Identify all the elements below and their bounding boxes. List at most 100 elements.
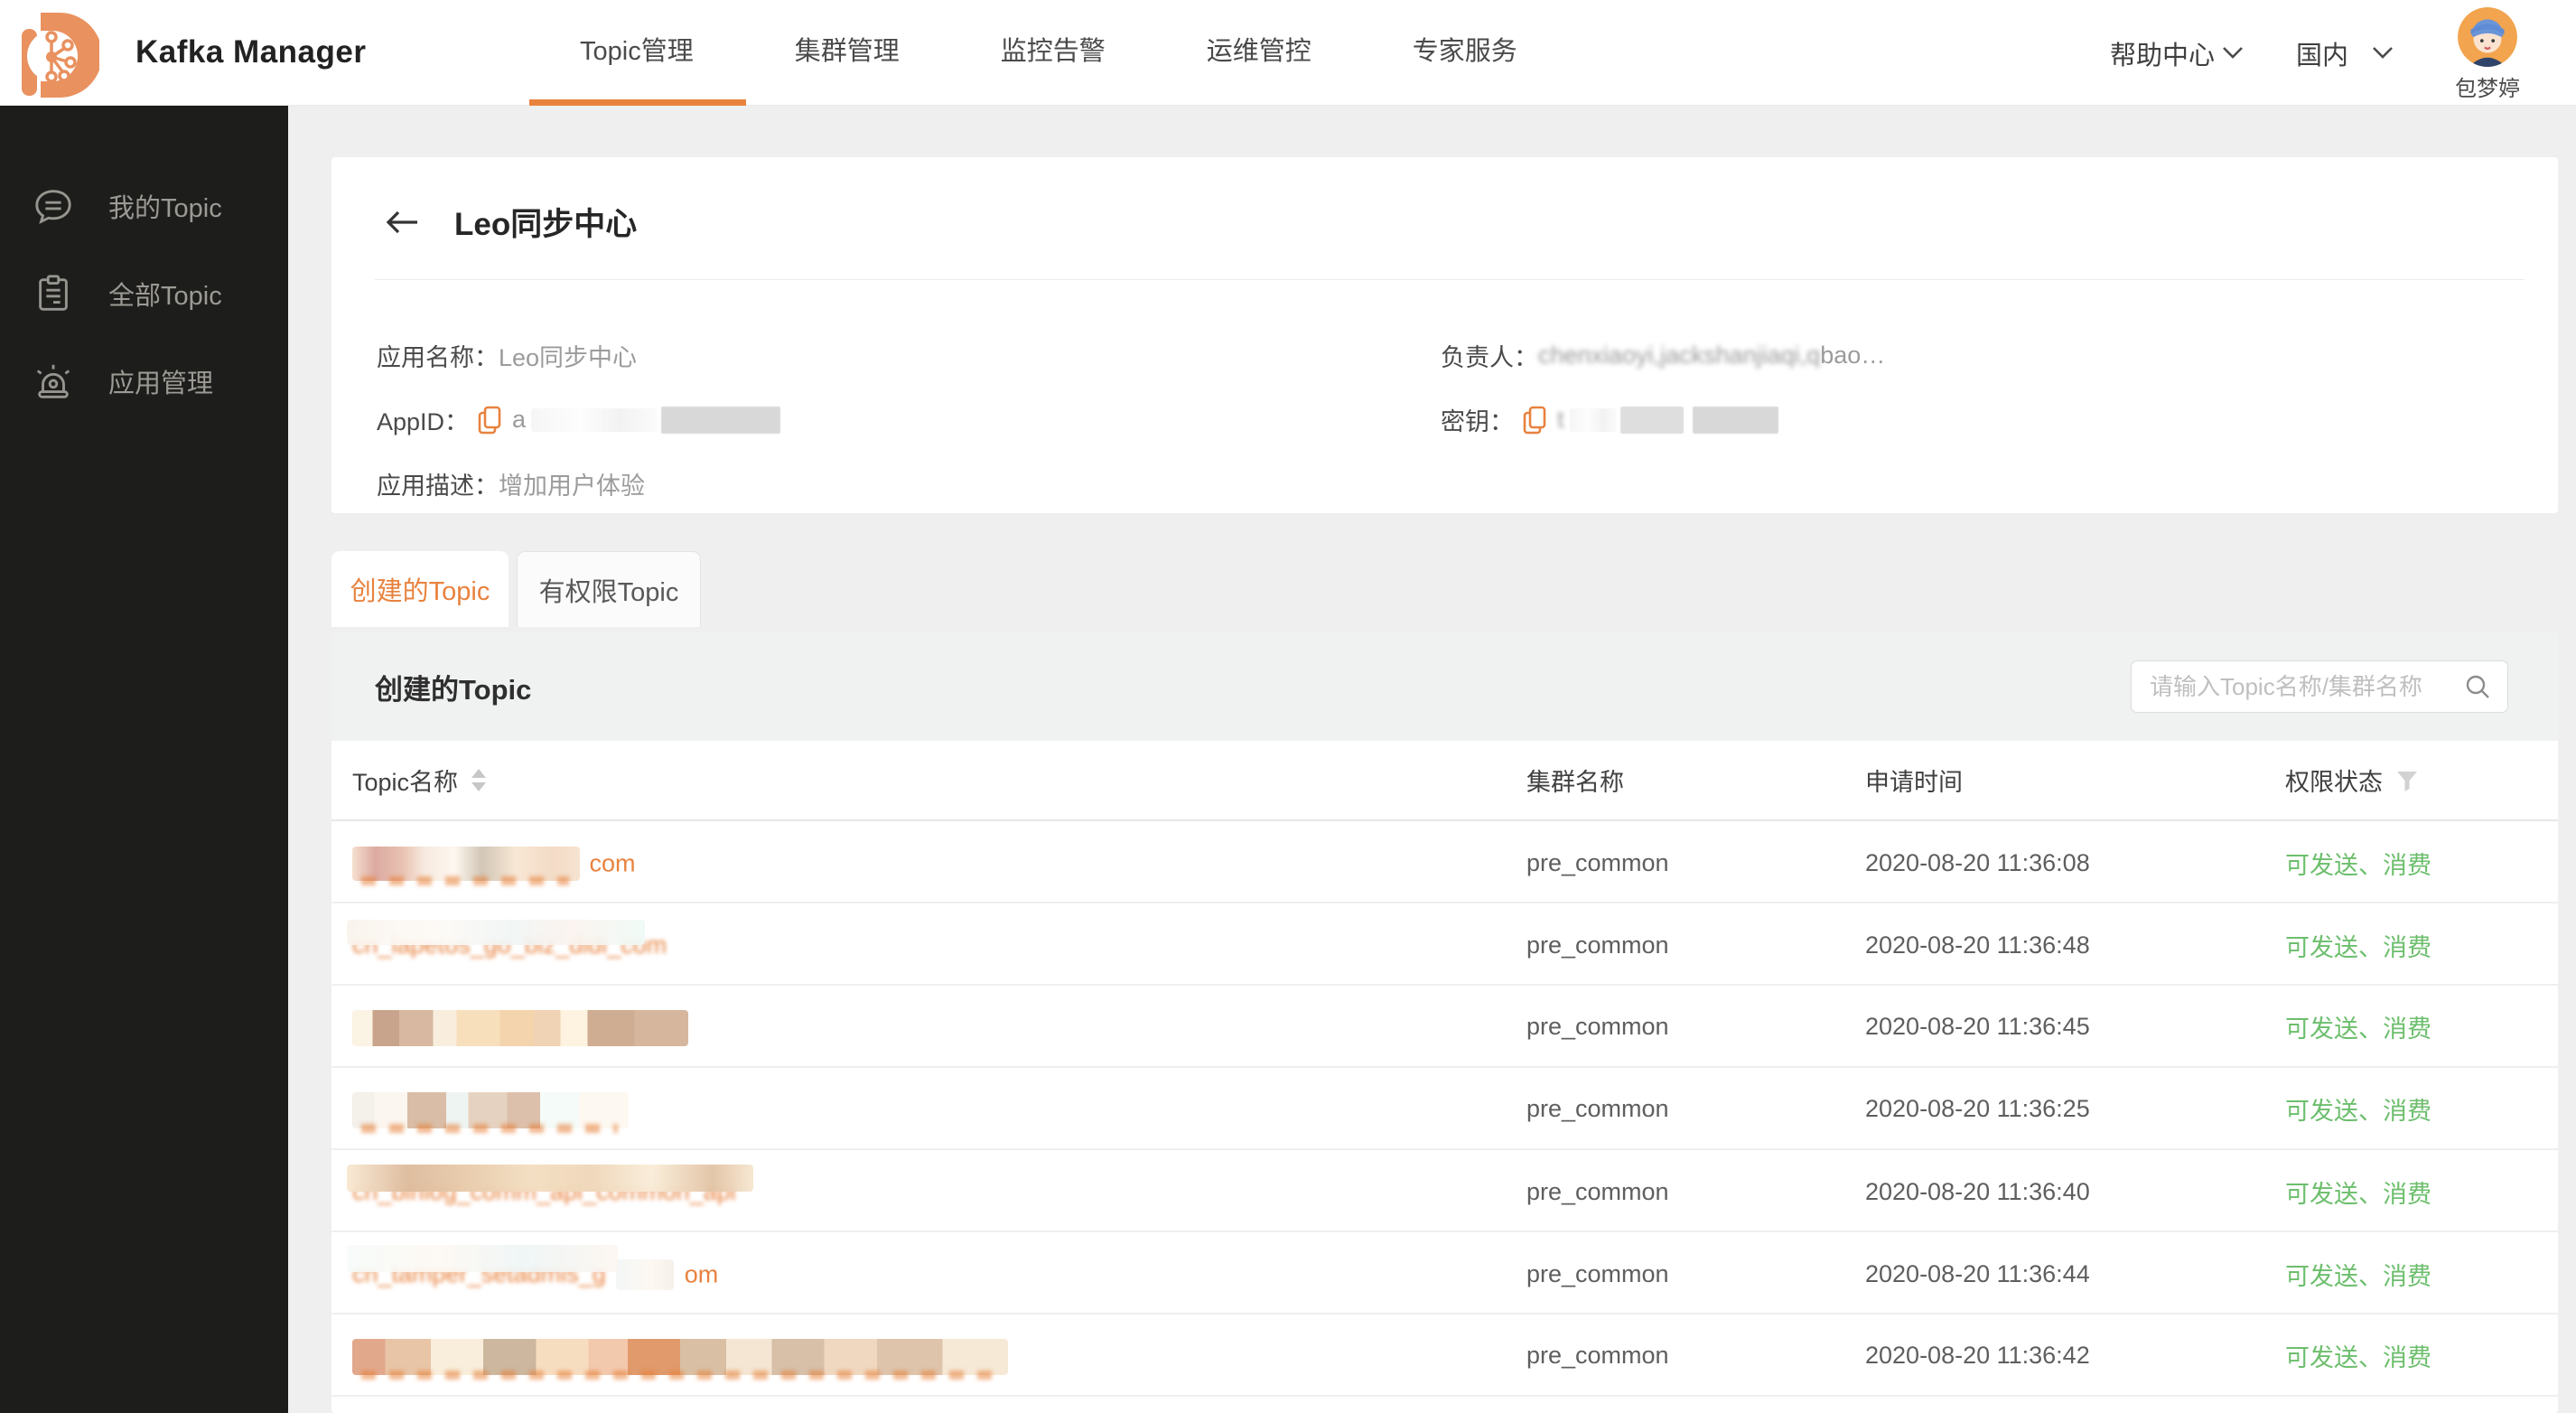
kafka-manager-logo-icon	[13, 7, 99, 98]
sidebar-item-label: 全部Topic	[108, 275, 222, 313]
chat-bubble-icon	[33, 185, 74, 227]
copy-icon[interactable]	[1523, 406, 1546, 435]
table-row[interactable]: com pre_common 2020-08-20 11:36:08 可发送、消…	[331, 821, 2558, 903]
redaction-block	[661, 407, 780, 434]
cluster-cell: pre_common	[1526, 849, 1865, 877]
field-secret: 密钥： t	[1441, 388, 2515, 452]
censor-overlay	[352, 1092, 629, 1128]
topic-tabs: 创建的Topic 有权限Topic	[331, 551, 701, 627]
topic-name-cell[interactable]: cn_tamper_setadmis_g om	[352, 1232, 1526, 1315]
app-id-obscured: a	[512, 406, 526, 434]
app-id-value: a	[512, 406, 780, 434]
fields-right-column: 负责人： chenxiaoyi,jackshanjiaqi,q bao… 密钥：…	[1441, 323, 2515, 516]
status-cell: 可发送、消费	[2285, 846, 2558, 881]
cluster-cell: pre_common	[1526, 1178, 1865, 1206]
column-apply-time: 申请时间	[1865, 763, 2285, 798]
sidebar-item-label: 我的Topic	[108, 187, 222, 225]
sidebar-item-all-topic[interactable]: 全部Topic	[0, 249, 288, 337]
table-row[interactable]: cn_lapetos_go_biz_didi_com pre_common 20…	[331, 903, 2558, 986]
redaction-fade	[1570, 408, 1617, 432]
status-cell: 可发送、消费	[2285, 1174, 2558, 1210]
user-menu[interactable]: 包梦婷	[2446, 7, 2529, 102]
cluster-cell: pre_common	[1526, 1342, 1865, 1370]
search-icon[interactable]	[2464, 673, 2491, 700]
sidebar-item-my-topic[interactable]: 我的Topic	[0, 162, 288, 249]
topic-name-cell[interactable]: cn_binlog_comm_api_common_api	[352, 1150, 1526, 1233]
avatar[interactable]	[2458, 7, 2517, 67]
sidebar-item-label: 应用管理	[108, 362, 213, 400]
column-label: 权限状态	[2285, 763, 2383, 798]
time-cell: 2020-08-20 11:36:42	[1865, 1342, 2285, 1370]
page-head: Leo同步中心	[331, 157, 2558, 245]
tab-created-topic[interactable]: 创建的Topic	[331, 551, 509, 627]
topic-name-cell[interactable]: cn_lapetos_go_biz_didi_com	[352, 903, 1526, 987]
censor-overlay	[616, 1259, 674, 1290]
logo-area: Kafka Manager	[13, 7, 366, 98]
field-label: AppID：	[377, 402, 469, 437]
topic-name-cell[interactable]: com	[352, 821, 1526, 904]
filter-funnel-icon[interactable]	[2395, 769, 2419, 792]
topic-name-cell[interactable]	[352, 1315, 1526, 1397]
fields-left-column: 应用名称： Leo同步中心 AppID： a 应用描	[377, 323, 1441, 516]
column-permission-status[interactable]: 权限状态	[2285, 763, 2558, 798]
clipboard-icon	[33, 273, 74, 314]
table-row[interactable]: cn_binlog_comm_api_common_api pre_common…	[331, 1150, 2558, 1232]
search-box	[2131, 660, 2508, 713]
topic-name-cell[interactable]	[352, 1068, 1526, 1150]
nav-monitoring-alerts[interactable]: 监控告警	[1001, 0, 1106, 106]
sort-desc-icon[interactable]	[471, 782, 486, 791]
censor-overlay	[347, 1245, 618, 1272]
topic-search-input[interactable]	[2150, 673, 2464, 701]
table-row[interactable]: pre_common 2020-08-20 11:36:45 可发送、消费	[331, 986, 2558, 1068]
nav-cluster-management[interactable]: 集群管理	[795, 0, 900, 106]
table-row[interactable]: cn_tamper_setadmis_g om pre_common 2020-…	[331, 1232, 2558, 1315]
column-cluster-name: 集群名称	[1526, 763, 1865, 798]
main-content: Leo同步中心 应用名称： Leo同步中心 AppID： a	[288, 106, 2576, 1413]
field-label: 应用描述：	[377, 466, 499, 501]
status-cell: 可发送、消费	[2285, 1091, 2558, 1127]
field-app-id: AppID： a	[377, 388, 1441, 452]
status-cell: 可发送、消费	[2285, 928, 2558, 963]
censor-overlay	[347, 1165, 753, 1192]
redaction-fade	[531, 408, 658, 432]
cluster-cell: pre_common	[1526, 1260, 1865, 1288]
created-topic-card: 创建的Topic Topic名称 集群名称 申请时间	[331, 632, 2558, 1413]
cluster-cell: pre_common	[1526, 1013, 1865, 1041]
nav-topic-management[interactable]: Topic管理	[580, 0, 694, 106]
topic-name-cell[interactable]	[352, 986, 1526, 1068]
redaction-block	[1620, 407, 1684, 434]
nav-ops-control[interactable]: 运维管控	[1207, 0, 1311, 106]
status-cell: 可发送、消费	[2285, 1257, 2558, 1292]
topic-name-tail: com	[590, 849, 636, 876]
tab-authorized-topic[interactable]: 有权限Topic	[517, 551, 701, 627]
table-toolbar: 创建的Topic	[331, 632, 2558, 741]
sort-icon[interactable]	[471, 769, 486, 791]
copy-icon[interactable]	[478, 406, 501, 435]
sidebar-item-app-management[interactable]: 应用管理	[0, 337, 288, 425]
app-title: Kafka Manager	[135, 34, 366, 70]
help-center-label: 帮助中心	[2110, 34, 2215, 72]
chevron-down-icon	[2222, 46, 2244, 60]
app-info-card: Leo同步中心 应用名称： Leo同步中心 AppID： a	[331, 157, 2558, 513]
censor-overlay	[352, 847, 580, 881]
help-center-menu[interactable]: 帮助中心	[2110, 34, 2244, 72]
avatar-illustration	[2458, 7, 2517, 67]
redaction-block	[1693, 407, 1778, 434]
owner-value: chenxiaoyi,jackshanjiaqi,q bao…	[1538, 342, 1885, 370]
cluster-cell: pre_common	[1526, 931, 1865, 959]
table-row[interactable]: pre_common 2020-08-20 11:36:42 可发送、消费	[331, 1315, 2558, 1397]
table-row[interactable]: pre_common 2020-08-20 11:36:25 可发送、消费	[331, 1068, 2558, 1150]
topic-name-tail: om	[685, 1260, 719, 1287]
region-select[interactable]: 国内	[2296, 34, 2394, 72]
column-label: Topic名称	[352, 763, 458, 798]
user-name: 包梦婷	[2455, 70, 2520, 102]
time-cell: 2020-08-20 11:36:45	[1865, 1013, 2285, 1041]
sort-asc-icon[interactable]	[471, 769, 486, 778]
nav-expert-service[interactable]: 专家服务	[1413, 0, 1517, 106]
column-topic-name[interactable]: Topic名称	[352, 763, 1526, 798]
table-header-row: Topic名称 集群名称 申请时间 权限状态	[331, 741, 2558, 821]
back-arrow-icon[interactable]	[384, 209, 420, 236]
time-cell: 2020-08-20 11:36:44	[1865, 1260, 2285, 1288]
region-label: 国内	[2296, 34, 2348, 72]
owner-obscured: chenxiaoyi,jackshanjiaqi,q	[1538, 342, 1820, 370]
